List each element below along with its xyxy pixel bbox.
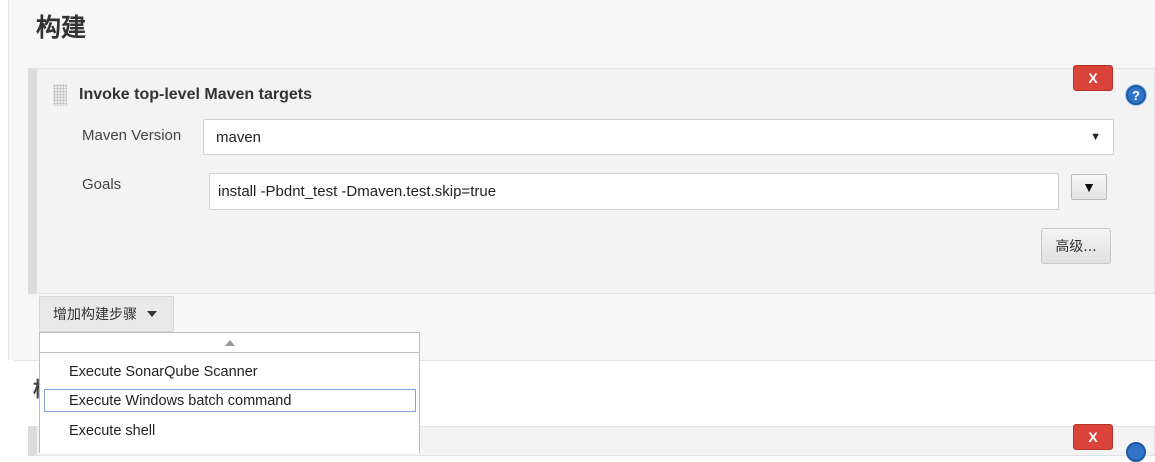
menu-item-label: Execute Windows batch command <box>69 392 292 409</box>
goals-value: install -Pbdnt_test -Dmaven.test.skip=tr… <box>218 183 497 200</box>
maven-version-label: Maven Version <box>82 127 182 144</box>
next-help-icon[interactable] <box>1126 442 1146 462</box>
caret-down-icon <box>147 311 157 317</box>
advanced-button[interactable]: 高级... <box>1041 228 1111 264</box>
next-delete-label: X <box>1088 429 1098 445</box>
next-delete-step-button[interactable]: X <box>1073 424 1113 450</box>
step-title: Invoke top-level Maven targets <box>79 86 312 103</box>
section-title: 构建 <box>36 13 87 42</box>
help-glyph: ? <box>1132 87 1140 103</box>
expand-icon: ▼ <box>1082 179 1096 195</box>
delete-step-button[interactable]: X <box>1073 65 1113 91</box>
help-icon[interactable]: ? <box>1126 85 1146 105</box>
menu-item-label: Execute shell <box>69 422 156 439</box>
menu-item-windows-batch[interactable]: Execute Windows batch command <box>44 389 416 412</box>
add-build-step-button[interactable]: 增加构建步骤 <box>39 296 174 332</box>
advanced-label: 高级... <box>1055 239 1097 255</box>
menu-item-shell[interactable]: Execute shell <box>44 419 416 442</box>
build-step-dropdown-menu: Execute SonarQube Scanner Execute Window… <box>39 353 420 453</box>
menu-scroll-up-button[interactable] <box>39 332 420 353</box>
maven-version-value: maven <box>216 128 262 146</box>
add-build-step-label: 增加构建步骤 <box>53 307 137 323</box>
maven-version-select[interactable]: maven ▼ <box>203 119 1114 155</box>
menu-item-sonarqube[interactable]: Execute SonarQube Scanner <box>44 360 416 383</box>
delete-label: X <box>1088 70 1098 86</box>
chevron-down-icon: ▼ <box>1090 131 1101 143</box>
expand-goals-button[interactable]: ▼ <box>1071 174 1107 200</box>
goals-label: Goals <box>82 176 122 193</box>
goals-input[interactable]: install -Pbdnt_test -Dmaven.test.skip=tr… <box>209 173 1059 210</box>
menu-item-label: Execute SonarQube Scanner <box>69 363 258 380</box>
drag-handle-icon[interactable] <box>53 84 67 106</box>
triangle-up-icon <box>224 339 235 346</box>
